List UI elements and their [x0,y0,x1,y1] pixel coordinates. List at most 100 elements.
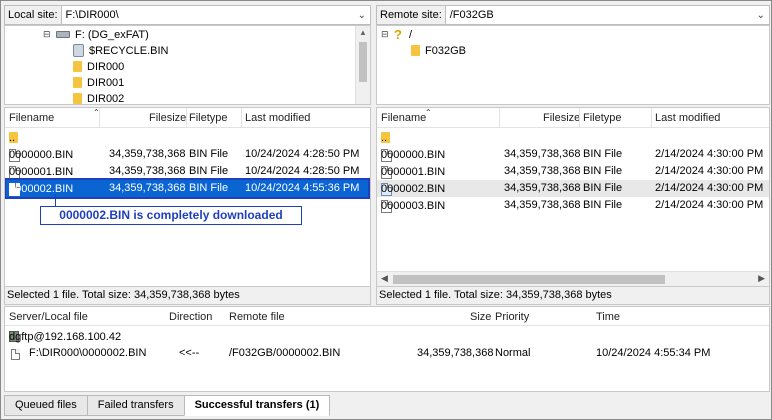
list-item[interactable]: 0000001.BIN 34,359,738,368 BIN File 10/2… [5,163,370,180]
drive-icon [56,31,70,38]
folder-icon [73,93,82,104]
remote-site-path: /F032GB [449,9,494,21]
transfer-size: 34,359,738,368 [417,347,494,359]
remote-site-path-combo[interactable]: /F032GB ⌄ [444,5,770,25]
tree-item-label: F: (DG_exFAT) [75,28,149,41]
column-last-modified[interactable]: Last modified [655,112,720,124]
file-name: 0000002.BIN [381,183,446,195]
file-name: 0000003.BIN [381,200,446,212]
tab-successful-transfers[interactable]: Successful transfers (1) [183,395,331,416]
column-filetype[interactable]: Filetype [583,112,622,124]
folder-icon [411,45,420,56]
remote-list-header: Filename ⌃ Filesize Filetype Last modifi… [377,108,769,128]
column-remote-file[interactable]: Remote file [229,311,285,323]
column-priority[interactable]: Priority [495,311,529,323]
file-size: 34,359,738,368 [109,182,186,194]
scroll-right-icon[interactable]: ▶ [758,273,765,284]
list-item[interactable]: 0000000.BIN 34,359,738,368 BIN File 2/14… [377,146,769,163]
list-item-selected[interactable]: 0000002.BIN 34,359,738,368 BIN File 10/2… [5,178,370,199]
file-type: BIN File [583,199,623,211]
file-name: .. [9,132,16,144]
column-filename[interactable]: Filename [381,112,426,124]
file-size: 34,359,738,368 [109,165,186,177]
column-direction[interactable]: Direction [169,311,212,323]
list-item[interactable]: 0000000.BIN 34,359,738,368 BIN File 10/2… [5,146,370,163]
file-name: 0000000.BIN [381,149,446,161]
sort-ascending-icon: ⌃ [425,108,432,117]
file-type: BIN File [189,182,229,194]
remote-list-horizontal-scrollbar[interactable]: ◀ ▶ [377,271,769,286]
chevron-down-icon[interactable]: ⌄ [358,10,366,21]
column-filetype[interactable]: Filetype [189,112,228,124]
file-type: BIN File [189,148,229,160]
column-server-local-file[interactable]: Server/Local file [9,311,88,323]
file-type: BIN File [583,165,623,177]
column-last-modified[interactable]: Last modified [245,112,310,124]
scrollbar-thumb[interactable] [359,42,367,82]
collapse-icon[interactable]: ⊟ [43,29,52,40]
file-size: 34,359,738,368 [504,165,581,177]
tree-item-root[interactable]: ⊟ ? / [381,26,412,43]
local-site-path: F:\DIR000\ [65,9,119,21]
list-item-parent[interactable]: .. [377,129,769,146]
column-size[interactable]: Size [470,311,491,323]
remote-site-bar: Remote site: /F032GB ⌄ [376,4,770,26]
file-modified: 2/14/2024 4:30:00 PM [655,165,764,177]
folder-icon [73,77,82,88]
column-filesize[interactable]: Filesize [149,112,186,124]
file-modified: 2/14/2024 4:30:00 PM [655,182,764,194]
file-name: .. [381,132,388,144]
tab-failed-transfers[interactable]: Failed transfers [86,395,185,416]
transfer-time: 10/24/2024 4:55:34 PM [596,347,711,359]
remote-file-list: Filename ⌃ Filesize Filetype Last modifi… [376,107,770,287]
chevron-down-icon[interactable]: ⌄ [757,10,765,21]
column-filename[interactable]: Filename [9,112,54,124]
remote-directory-tree: ⊟ ? / F032GB [376,25,770,105]
tree-item-dir000[interactable]: DIR000 [73,58,124,75]
tree-item-dir001[interactable]: DIR001 [73,74,124,91]
scrollbar-thumb[interactable] [393,275,665,284]
local-tree-scrollbar[interactable]: ▲ [355,26,370,104]
tree-item-f032gb[interactable]: F032GB [411,42,466,59]
remote-file-path: /F032GB/0000002.BIN [229,347,341,359]
tree-item-recycle-bin[interactable]: $RECYCLE.BIN [73,42,168,59]
list-item[interactable]: 0000003.BIN 34,359,738,368 BIN File 2/14… [377,197,769,214]
recycle-bin-icon [73,44,84,57]
tree-item-label: F032GB [425,44,466,57]
collapse-icon[interactable]: ⊟ [381,29,390,40]
file-modified: 10/24/2024 4:55:36 PM [245,182,360,194]
column-time[interactable]: Time [596,311,620,323]
annotation-pointer [55,195,56,206]
local-site-label: Local site: [4,5,61,25]
transfer-queue: Server/Local file Direction Remote file … [4,306,770,392]
local-directory-tree: ⊟ F: (DG_exFAT) $RECYCLE.BIN DIR000 DIR0… [4,25,371,105]
file-modified: 10/24/2024 4:28:50 PM [245,165,360,177]
server-name: dgftp@192.168.100.42 [9,331,122,343]
column-filesize[interactable]: Filesize [543,112,580,124]
file-name: 0000001.BIN [381,166,446,178]
file-type: BIN File [583,182,623,194]
queue-transfer-row[interactable]: F:\DIR000\0000002.BIN <<-- /F032GB/00000… [5,345,769,362]
local-site-path-combo[interactable]: F:\DIR000\ ⌄ [60,5,371,25]
file-modified: 2/14/2024 4:30:00 PM [655,199,764,211]
local-list-header: Filename ⌃ Filesize Filetype Last modifi… [5,108,370,128]
list-item-highlighted[interactable]: 0000002.BIN 34,359,738,368 BIN File 2/14… [377,180,769,197]
file-name: 0000000.BIN [9,149,74,161]
tree-item-dir002[interactable]: DIR002 [73,90,125,105]
file-size: 34,359,738,368 [504,148,581,160]
tab-queued-files[interactable]: Queued files [4,395,88,416]
queue-server-row[interactable]: dgftp@192.168.100.42 [5,327,769,344]
transfer-direction: <<-- [179,347,200,359]
list-item-parent[interactable]: .. [5,129,370,146]
tree-item-drive[interactable]: ⊟ F: (DG_exFAT) [43,26,149,43]
scroll-left-icon[interactable]: ◀ [381,273,388,284]
transfer-priority: Normal [495,347,531,359]
tree-item-label: DIR002 [87,92,125,105]
scroll-up-icon[interactable]: ▲ [359,28,367,37]
tree-item-label: DIR000 [87,60,125,73]
local-status-text: Selected 1 file. Total size: 34,359,738,… [4,287,371,305]
file-name: 0000002.BIN [9,183,74,195]
file-size: 34,359,738,368 [109,148,186,160]
tree-item-label: / [409,28,413,41]
list-item[interactable]: 0000001.BIN 34,359,738,368 BIN File 2/14… [377,163,769,180]
